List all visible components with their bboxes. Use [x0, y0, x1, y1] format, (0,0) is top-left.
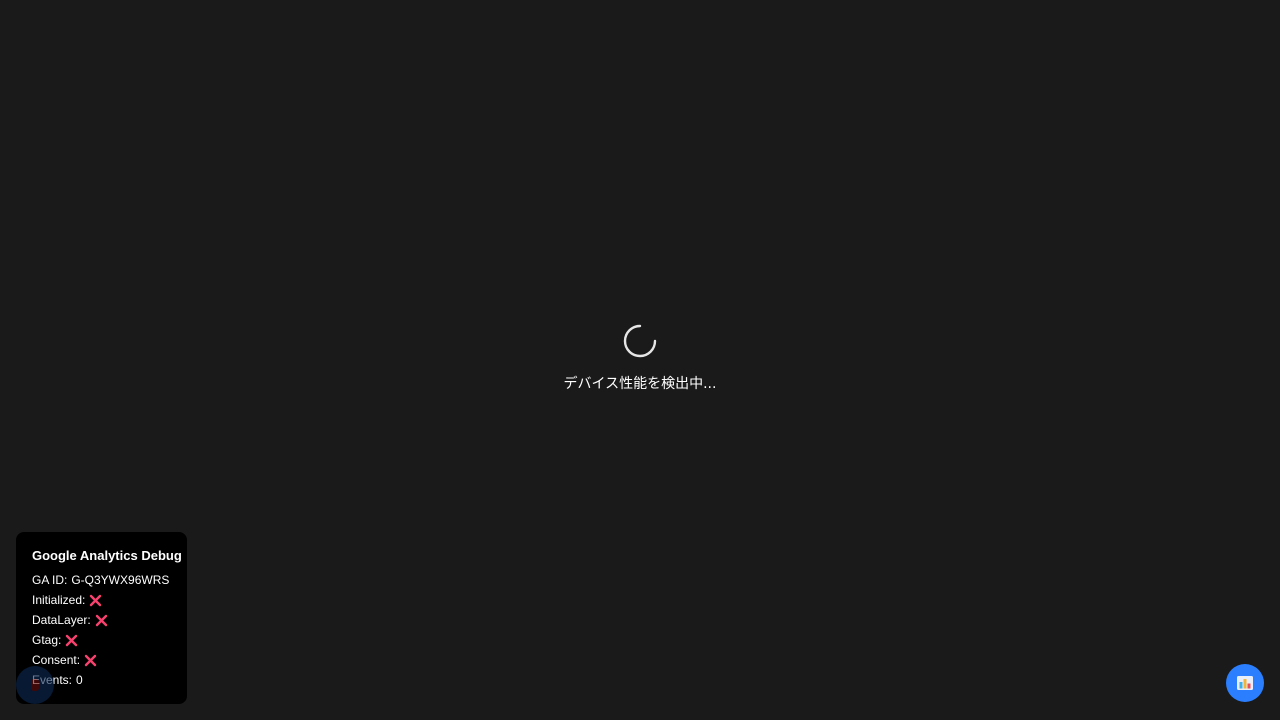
loading-indicator: デバイス性能を検出中...: [0, 324, 1280, 394]
gtag-label: Gtag:: [32, 633, 62, 647]
events-count: 0: [76, 673, 83, 687]
ga-id-value: G-Q3YWX96WRS: [71, 573, 170, 587]
x-mark-icon: [84, 654, 97, 666]
loading-spinner-icon: [623, 324, 657, 358]
loading-text: デバイス性能を検出中...: [563, 376, 717, 392]
datalayer-label: DataLayer:: [32, 613, 91, 627]
x-mark-icon: [90, 594, 102, 606]
stats-button[interactable]: [1226, 664, 1264, 702]
x-mark-icon: [95, 614, 107, 626]
consent-row: Consent:: [32, 650, 187, 670]
bar-chart-icon: [1237, 676, 1253, 690]
initialized-row: Initialized:: [32, 590, 187, 610]
events-row: Events: 0: [32, 670, 187, 690]
datalayer-row: DataLayer:: [32, 610, 187, 630]
debug-panel-title: Google Analytics Debug: [32, 548, 182, 563]
x-mark-icon: [66, 634, 78, 646]
ga-id-row: GA ID: G-Q3YWX96WRS: [32, 570, 187, 590]
record-icon: [31, 679, 39, 691]
floating-action-button-left[interactable]: [16, 666, 54, 704]
ga-id-label: GA ID:: [32, 573, 68, 587]
initialized-label: Initialized:: [32, 593, 86, 607]
gtag-row: Gtag:: [32, 630, 187, 650]
